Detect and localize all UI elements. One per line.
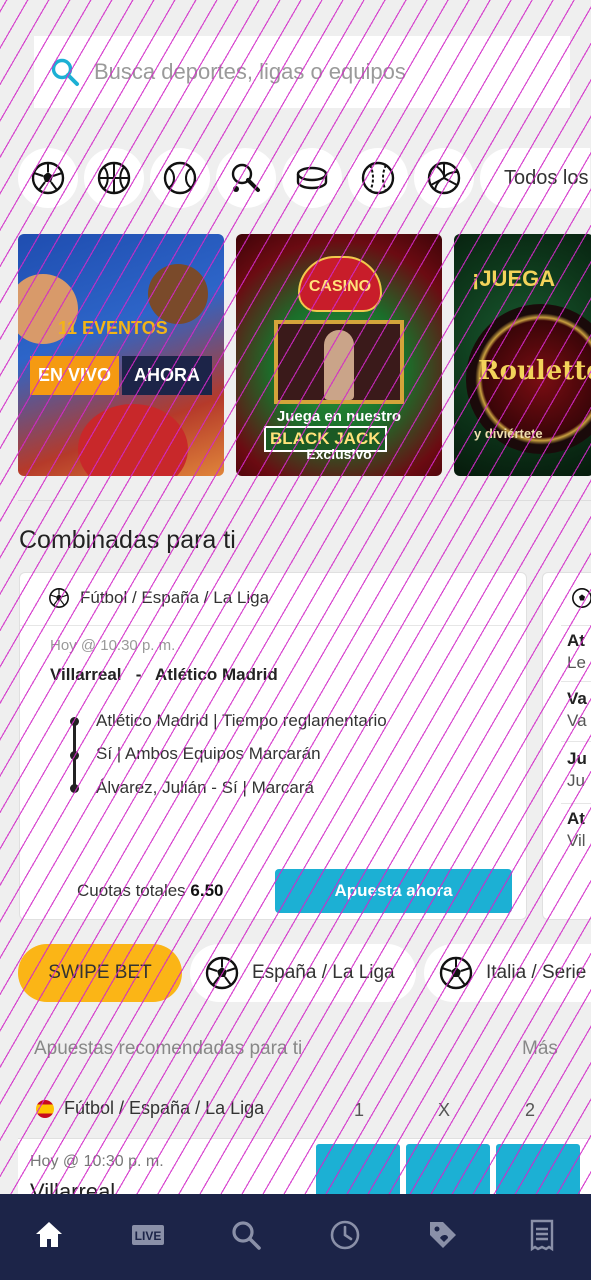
live-events-count: 11 EVENTOS: [58, 318, 168, 338]
athlete-image: [78, 404, 188, 476]
banner-casino-blackjack[interactable]: CASINO Juega en nuestro BLACK JACK Exclu…: [236, 234, 442, 476]
event-time: Hoy @ 10:30 p. m.: [30, 1153, 164, 1170]
selection-item: Álvarez, Julián - Sí | Marcará: [96, 778, 314, 797]
sport-all-tab[interactable]: Todos los: [480, 148, 590, 208]
selection-dot: [70, 717, 79, 726]
promo-banners: 11 EVENTOS EN VIVO AHORA CASINO Juega en…: [18, 234, 591, 476]
col-header-x: X: [438, 1100, 451, 1120]
bottom-nav: LIVE: [0, 1194, 591, 1280]
bet-now-button[interactable]: Apuesta ahora: [275, 869, 512, 913]
soccer-ball-icon: [439, 956, 473, 990]
search-placeholder: Busca deportes, ligas o equipos: [94, 59, 406, 84]
live-icon: LIVE: [131, 1225, 164, 1245]
casino-line3: Exclusivo: [306, 446, 372, 462]
away-team: Atlético Madrid: [154, 665, 278, 684]
soccer-ball-icon: [49, 588, 69, 608]
nav-live[interactable]: LIVE: [120, 1207, 176, 1263]
now-tag: AHORA: [122, 356, 212, 395]
nav-history[interactable]: [317, 1207, 373, 1263]
divider: [561, 681, 591, 682]
casino-line1: Juega en nuestro: [276, 408, 402, 425]
soccer-ball-icon: [31, 161, 65, 195]
total-odds-value: 6.50: [190, 881, 224, 900]
divider: [561, 625, 591, 626]
sport-tennis[interactable]: [150, 148, 210, 208]
chip-spain-laliga[interactable]: España / La Liga: [190, 944, 416, 1002]
swipe-bet-button[interactable]: SWIPE BET: [18, 944, 182, 1002]
nav-home[interactable]: [21, 1207, 77, 1263]
selection-item: Atlético Madrid | Tiempo reglamentario: [96, 711, 387, 730]
svg-text:LIVE: LIVE: [134, 1229, 161, 1243]
total-odds-label: Cuotas totales: [77, 881, 186, 900]
match-title: Villarreal - Atlético Madrid: [50, 665, 278, 685]
vs-separator: -: [135, 665, 142, 684]
roulette-title: Roulette: [478, 356, 591, 386]
banner-roulette[interactable]: ¡JUEGA Roulette y diviértete: [454, 234, 591, 476]
divider: [20, 625, 526, 626]
total-odds: Cuotas totales 6.50: [77, 881, 224, 901]
selection-dot: [70, 751, 79, 760]
chip-label: Italia / Serie: [486, 962, 587, 983]
home-team: Villarreal: [50, 665, 122, 684]
betslip-icon: [530, 1219, 553, 1252]
section-title: Combinadas para ti: [19, 526, 236, 554]
spain-flag-icon: [36, 1099, 54, 1118]
hockey-puck-icon: [296, 166, 328, 190]
promotions-icon: [430, 1222, 457, 1248]
search-bar[interactable]: Busca deportes, ligas o equipos: [34, 36, 570, 108]
combo-breadcrumb: Fútbol / España / La Liga: [48, 587, 269, 609]
nav-search[interactable]: [218, 1207, 274, 1263]
divider: [561, 741, 591, 742]
chip-italy-serie[interactable]: Italia / Serie: [424, 944, 591, 1002]
history-icon: [330, 1220, 360, 1250]
soccer-ball-icon: [572, 588, 591, 608]
nav-promotions[interactable]: [415, 1207, 471, 1263]
roulette-heading: ¡JUEGA: [472, 266, 556, 291]
sport-soccer[interactable]: [18, 148, 78, 208]
col-header-1: 1: [354, 1100, 365, 1120]
home-icon: [36, 1222, 63, 1247]
sport-volleyball[interactable]: [414, 148, 474, 208]
selection-item: Sí | Ambos Equipos Marcarán: [96, 744, 321, 763]
soccer-ball-icon: [205, 956, 239, 990]
peek-row: At Vil: [567, 809, 586, 850]
breadcrumb-text: Fútbol / España / La Liga: [80, 588, 270, 607]
selection-dot: [70, 784, 79, 793]
peek-row: Va Va: [567, 689, 587, 730]
live-tag: EN VIVO: [30, 356, 120, 395]
volleyball-icon: [427, 161, 461, 195]
sports-row: Todos los: [18, 148, 590, 212]
sport-hockey[interactable]: [282, 148, 342, 208]
roulette-sub: y diviértete: [474, 426, 543, 441]
peek-row: Ju Ju: [567, 749, 587, 790]
sport-table-tennis[interactable]: [216, 148, 276, 208]
basketball-icon: [97, 161, 131, 195]
sport-basketball[interactable]: [84, 148, 144, 208]
sport-baseball[interactable]: [348, 148, 408, 208]
baseball-icon: [361, 161, 395, 195]
nav-betslip[interactable]: [514, 1207, 570, 1263]
banner-live-events[interactable]: 11 EVENTOS EN VIVO AHORA: [18, 234, 224, 476]
match-time: Hoy @ 10:30 p. m.: [50, 637, 176, 654]
col-header-2: 2: [525, 1100, 536, 1120]
casino-logo: CASINO: [298, 256, 382, 312]
combo-card-next[interactable]: At Le Va Va Ju Ju At Vil: [542, 572, 591, 920]
chip-label: España / La Liga: [252, 962, 395, 983]
table-tennis-icon: [231, 163, 260, 192]
search-icon: [51, 58, 79, 86]
dealer-image: [274, 320, 404, 404]
tennis-ball-icon: [163, 161, 197, 195]
athlete-image: [148, 264, 208, 324]
combo-card[interactable]: Fútbol / España / La Liga Hoy @ 10:30 p.…: [19, 572, 527, 920]
peek-row: At Le: [567, 631, 586, 672]
league-chips: SWIPE BET España / La Liga Italia / Seri…: [18, 944, 591, 1002]
league-header: Fútbol / España / La Liga: [36, 1098, 264, 1119]
divider: [561, 803, 591, 804]
league-label: Fútbol / España / La Liga: [64, 1098, 265, 1118]
search-icon: [232, 1221, 262, 1250]
recommended-title: Apuestas recomendadas para ti: [34, 1038, 303, 1059]
divider: [18, 500, 591, 501]
more-link[interactable]: Más: [522, 1038, 558, 1060]
